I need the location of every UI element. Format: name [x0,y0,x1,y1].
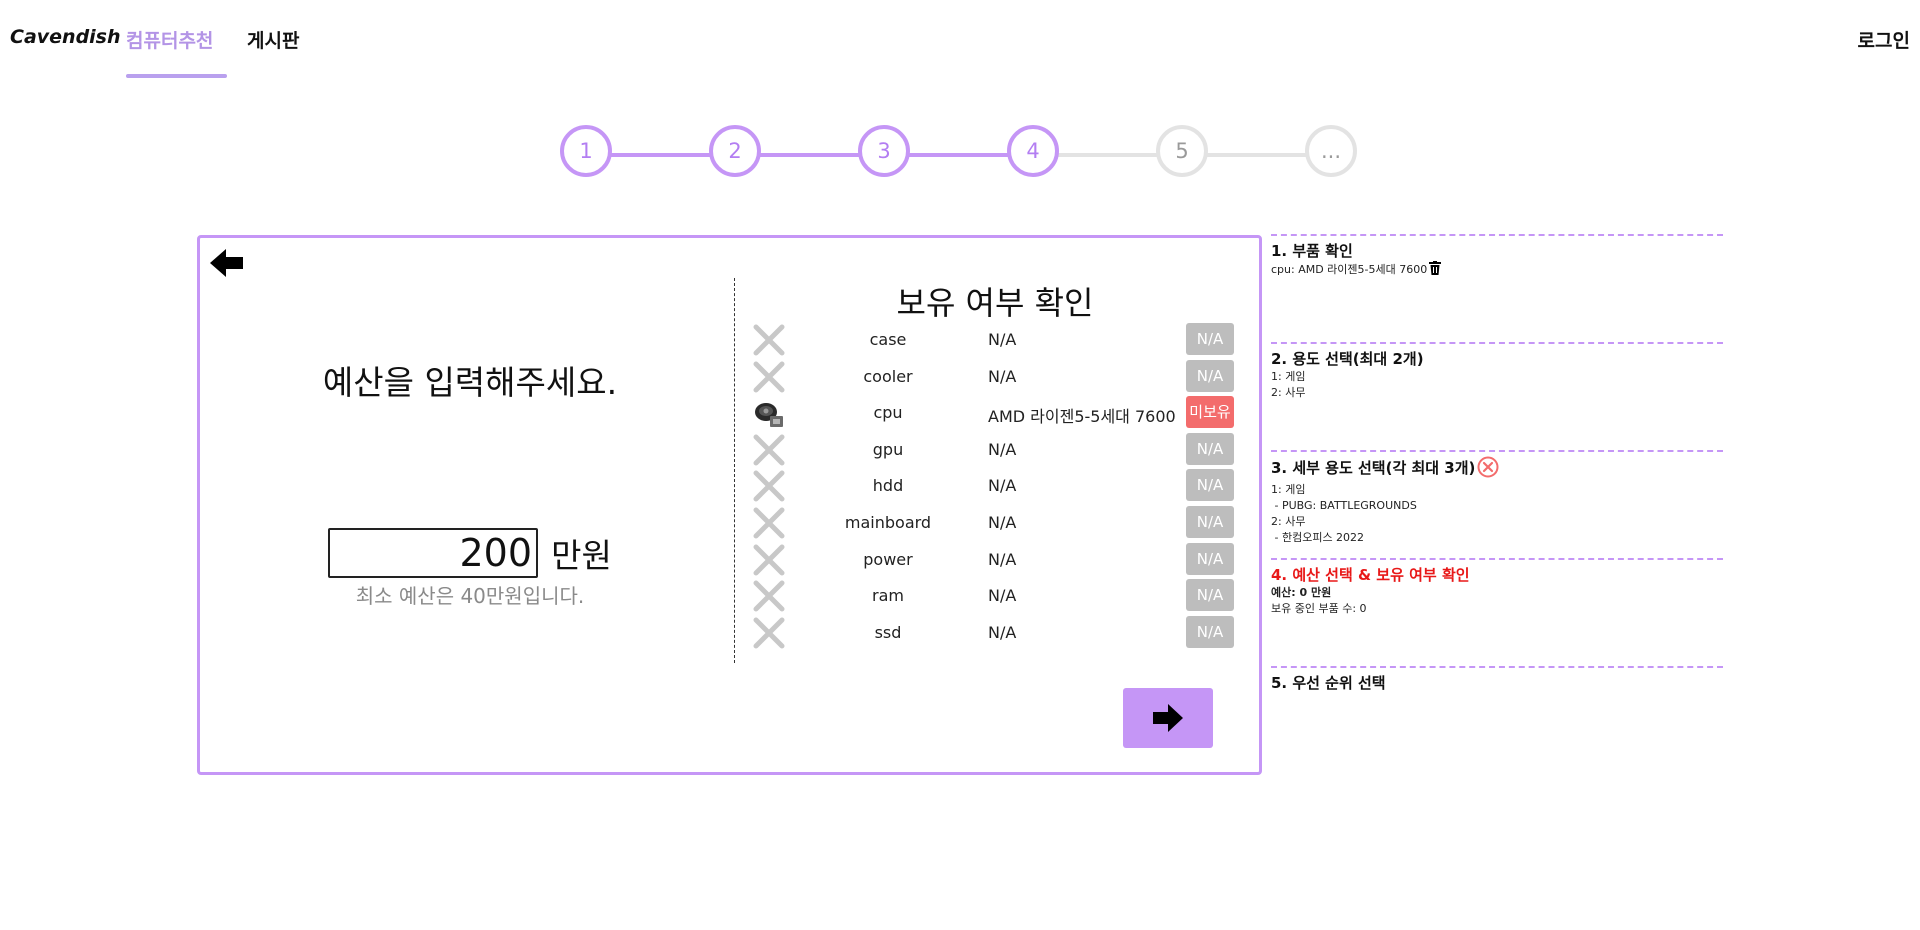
budget-input-group: 만원 [328,528,612,578]
x-icon [752,543,786,577]
part-model: N/A [988,622,1017,642]
x-icon [752,616,786,650]
summary-section-priority: 5. 우선 순위 선택 [1271,666,1723,693]
x-icon [752,360,786,394]
part-row-ssd: ssd N/A N/A [752,615,1242,652]
budget-minimum-note: 최소 예산은 40만원입니다. [355,584,585,608]
next-button[interactable] [1123,688,1213,748]
parts-list: case N/A N/A cooler N/A N/A cpu AMD 라이젠5… [752,322,1242,651]
cpu-cooler-icon [752,396,786,430]
part-model: N/A [988,330,1017,349]
trash-icon[interactable] [1429,261,1442,280]
summary-line-text: cpu: AMD 라이젠5-5세대 7600 [1271,263,1428,276]
part-name: hdd [872,476,904,496]
progress-stepper: 1 2 3 4 5 ... [560,125,1360,185]
x-icon [752,323,786,357]
part-row-gpu: gpu N/A N/A [752,432,1242,469]
x-icon [752,433,786,467]
step-more[interactable]: ... [1305,125,1357,177]
part-name: cooler [863,366,913,386]
part-row-mainboard: mainboard N/A N/A [752,505,1242,542]
summary-title: 2. 용도 선택(최대 2개) [1271,350,1424,368]
ownership-status-badge[interactable]: N/A [1186,579,1234,612]
part-name: mainboard [844,512,932,532]
part-row-case: case N/A N/A [752,322,1242,359]
ownership-title: 보유 여부 확인 [896,284,1094,322]
step-4[interactable]: 4 [1007,125,1059,177]
summary-title: 3. 세부 용도 선택(각 최대 3개) [1271,459,1476,477]
summary-line: 2: 사무 [1271,515,1306,528]
part-name: power [863,549,913,569]
x-icon [752,469,786,503]
part-row-hdd: hdd N/A N/A [752,468,1242,505]
part-row-cooler: cooler N/A N/A [752,359,1242,396]
part-model: N/A [988,549,1017,569]
summary-line: - PUBG: BATTLEGROUNDS [1271,499,1417,512]
summary-section-purpose: 2. 용도 선택(최대 2개) 1: 게임 2: 사무 [1271,342,1723,401]
ownership-status-badge[interactable]: N/A [1186,505,1234,538]
brand-logo[interactable]: Cavendish [10,26,121,48]
vertical-divider [734,278,735,663]
part-row-ram: ram N/A N/A [752,578,1242,615]
ownership-status-badge[interactable]: N/A [1186,323,1234,355]
summary-section-detail-purpose: 3. 세부 용도 선택(각 최대 3개) 1: 게임 - PUBG: BATTL… [1271,450,1723,546]
summary-line: cpu: AMD 라이젠5-5세대 7600 [1271,261,1723,280]
active-tab-underline [126,74,227,78]
part-row-power: power N/A N/A [752,542,1242,579]
part-model: AMD 라이젠5-5세대 7600 [988,407,1176,427]
x-icon [752,579,786,613]
part-name: case [869,330,907,349]
back-arrow-icon[interactable] [208,244,248,284]
summary-title: 5. 우선 순위 선택 [1271,674,1386,692]
budget-input[interactable] [328,528,538,578]
step-3[interactable]: 3 [858,125,910,177]
nav-tab-computer-recommend[interactable]: 컴퓨터추천 [126,26,213,53]
summary-budget-line: 예산: 0 만원 [1271,586,1332,599]
summary-section-parts: 1. 부품 확인 cpu: AMD 라이젠5-5세대 7600 [1271,234,1723,280]
budget-ownership-panel: 예산을 입력해주세요. 만원 최소 예산은 40만원입니다. 보유 여부 확인 … [197,235,1262,775]
summary-line: - 한컴오피스 2022 [1271,531,1365,544]
part-row-cpu: cpu AMD 라이젠5-5세대 7600 미보유 [752,395,1242,432]
summary-owned-count-line: 보유 중인 부품 수: 0 [1271,602,1367,615]
summary-line: 1: 게임 [1271,370,1306,383]
step-5[interactable]: 5 [1156,125,1208,177]
part-name: cpu [873,403,903,423]
ownership-status-badge[interactable]: N/A [1186,432,1234,465]
ownership-status-badge[interactable]: N/A [1186,359,1234,392]
part-model: N/A [988,476,1017,496]
ownership-status-badge[interactable]: N/A [1186,542,1234,575]
login-link[interactable]: 로그인 [1858,26,1910,53]
x-icon [752,506,786,540]
part-name: gpu [872,439,904,459]
summary-title: 1. 부품 확인 [1271,242,1353,260]
summary-line: 2: 사무 [1271,386,1306,399]
part-model: N/A [988,586,1017,606]
step-1[interactable]: 1 [560,125,612,177]
summary-title-row: 3. 세부 용도 선택(각 최대 3개) [1271,456,1723,482]
budget-unit-label: 만원 [551,536,612,575]
step-2[interactable]: 2 [709,125,761,177]
summary-section-budget: 4. 예산 선택 & 보유 여부 확인 예산: 0 만원 보유 중인 부품 수:… [1271,558,1723,617]
part-name: ssd [874,622,902,642]
part-model: N/A [988,366,1017,386]
part-model: N/A [988,439,1017,459]
nav-tab-board[interactable]: 게시판 [247,26,299,53]
ownership-status-badge[interactable]: N/A [1186,615,1234,648]
ownership-status-badge[interactable]: 미보유 [1186,396,1234,429]
part-model: N/A [988,512,1017,532]
close-circle-icon[interactable] [1477,456,1499,482]
summary-title-active: 4. 예산 선택 & 보유 여부 확인 [1271,566,1470,584]
arrow-right-icon [1153,704,1183,732]
budget-title: 예산을 입력해주세요. [322,363,618,402]
summary-line: 1: 게임 [1271,483,1306,496]
ownership-status-badge[interactable]: N/A [1186,469,1234,502]
part-name: ram [872,586,904,606]
